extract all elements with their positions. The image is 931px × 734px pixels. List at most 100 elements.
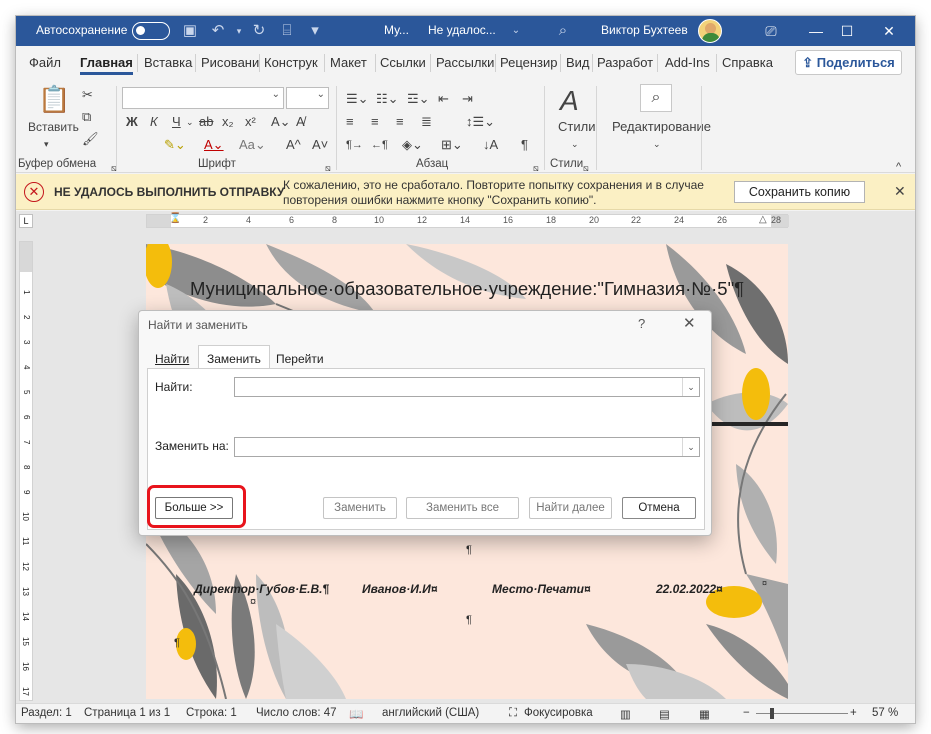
align-right-icon[interactable]: ≡	[396, 113, 404, 131]
numbering-icon[interactable]: ☷⌄	[376, 90, 399, 108]
maximize-icon[interactable]: ☐	[824, 16, 870, 46]
status-words[interactable]: Число слов: 47	[256, 707, 337, 719]
highlight-icon[interactable]: ✎⌄	[164, 136, 186, 154]
save-copy-button[interactable]: Сохранить копию	[734, 181, 865, 203]
paste-icon[interactable]: 📋	[38, 84, 70, 114]
text-effects-icon[interactable]: A⌄	[271, 113, 291, 131]
align-left-icon[interactable]: ≡	[346, 113, 354, 131]
status-line[interactable]: Строка: 1	[186, 707, 237, 719]
find-icon[interactable]: ⌕	[640, 84, 672, 112]
bold-button[interactable]: Ж	[126, 113, 138, 131]
tab-layout[interactable]: Макет	[330, 55, 367, 70]
redo-icon[interactable]: ↻	[249, 21, 269, 41]
status-focus[interactable]: Фокусировка	[524, 707, 593, 719]
show-marks-icon[interactable]: ¶	[521, 136, 528, 154]
subscript-icon[interactable]: x₂	[222, 113, 234, 131]
search-icon[interactable]: ⌕	[553, 21, 573, 41]
document-title[interactable]: Муниципальное·образовательное·учреждение…	[190, 278, 744, 300]
strikethrough-icon[interactable]: ab	[199, 113, 213, 131]
signature-place[interactable]: Место·Печати¤	[492, 582, 591, 596]
font-name-select[interactable]: ⌄	[122, 87, 284, 109]
close-icon[interactable]: ✕	[866, 16, 912, 46]
read-mode-icon[interactable]: ▥	[620, 707, 631, 721]
replace-button[interactable]: Заменить	[323, 497, 397, 519]
message-close-icon[interactable]: ✕	[894, 183, 906, 200]
zoom-out-icon[interactable]: −	[743, 707, 750, 719]
tab-review[interactable]: Рецензир	[500, 55, 558, 70]
align-center-icon[interactable]: ≡	[371, 113, 379, 131]
right-indent-icon[interactable]: △	[759, 214, 767, 225]
editing-label[interactable]: Редактирование	[612, 118, 711, 136]
signature-director[interactable]: Директор·Губов·Е.В.¶	[194, 582, 329, 596]
italic-button[interactable]: К	[150, 113, 158, 131]
autosave-toggle[interactable]	[132, 22, 170, 40]
tab-design[interactable]: Конструк	[264, 55, 318, 70]
close-icon[interactable]: ✕	[683, 314, 696, 332]
underline-button[interactable]: Ч	[172, 113, 181, 131]
avatar[interactable]	[698, 19, 722, 43]
more-icon[interactable]: ▾	[305, 21, 325, 41]
signature-name[interactable]: Иванов·И.И¤	[362, 582, 438, 596]
tab-view[interactable]: Вид	[566, 55, 590, 70]
editing-dropdown-icon[interactable]: ⌄	[653, 135, 661, 153]
share-button[interactable]: ⇪ Поделиться	[795, 50, 902, 75]
replace-input[interactable]: ⌄	[234, 437, 700, 457]
tab-home[interactable]: Главная	[80, 55, 133, 75]
find-input[interactable]: ⌄	[234, 377, 700, 397]
replace-all-button[interactable]: Заменить все	[406, 497, 519, 519]
multilevel-list-icon[interactable]: ☲⌄	[407, 90, 430, 108]
styles-dropdown-icon[interactable]: ⌄	[571, 135, 579, 153]
ltr-icon[interactable]: ¶→	[346, 136, 363, 154]
copy-icon[interactable]: ⧉	[82, 108, 91, 126]
web-layout-icon[interactable]: ▦	[699, 707, 710, 721]
tab-draw[interactable]: Рисовани	[201, 55, 259, 70]
increase-indent-icon[interactable]: ⇥	[462, 90, 473, 108]
zoom-slider-handle[interactable]	[770, 708, 774, 719]
tab-help[interactable]: Справка	[722, 55, 773, 70]
ribbon-display-icon[interactable]: ⎚	[748, 16, 794, 46]
styles-icon[interactable]: A	[560, 84, 579, 118]
indent-marker-icon[interactable]: ⌛	[169, 213, 181, 224]
sort-icon[interactable]: ↓A	[483, 136, 498, 154]
justify-icon[interactable]: ≣	[421, 113, 432, 131]
decrease-indent-icon[interactable]: ⇤	[438, 90, 449, 108]
tab-replace[interactable]: Заменить	[198, 345, 270, 369]
vertical-ruler[interactable]: 1 2 3 4 5 6 7 8 9 10 11 12 13 14 15 16 1…	[19, 241, 33, 701]
tab-addins[interactable]: Add-Ins	[665, 55, 710, 70]
tab-file[interactable]: Файл	[29, 55, 61, 70]
paste-dropdown-icon[interactable]: ▾	[44, 135, 49, 153]
superscript-icon[interactable]: x²	[245, 113, 256, 131]
replace-history-dropdown-icon[interactable]: ⌄	[682, 438, 699, 456]
paste-label[interactable]: Вставить	[28, 118, 79, 136]
save-icon[interactable]: ▣	[180, 21, 200, 41]
font-size-select[interactable]: ⌄	[286, 87, 329, 109]
shrink-font-icon[interactable]: A˅	[312, 136, 328, 154]
template-icon[interactable]: ⌸	[277, 21, 297, 41]
font-color-icon[interactable]: A⌄	[204, 136, 224, 154]
cut-icon[interactable]: ✂	[82, 86, 93, 104]
proofing-icon[interactable]: 📖	[349, 707, 363, 721]
find-next-button[interactable]: Найти далее	[529, 497, 612, 519]
focus-icon[interactable]: ⛶	[509, 707, 517, 720]
tab-goto[interactable]: Перейти	[270, 349, 330, 369]
underline-dropdown-icon[interactable]: ⌄	[186, 113, 194, 131]
tab-insert[interactable]: Вставка	[144, 55, 192, 70]
change-case-icon[interactable]: Aa⌄	[239, 136, 266, 154]
zoom-in-icon[interactable]: +	[850, 707, 857, 719]
status-chevron-icon[interactable]: ⌄	[506, 21, 526, 41]
signature-date[interactable]: 22.02.2022¤	[656, 582, 723, 596]
grow-font-icon[interactable]: A^	[286, 136, 301, 154]
clear-formatting-icon[interactable]: A̸	[296, 113, 305, 131]
bullets-icon[interactable]: ☰⌄	[346, 90, 369, 108]
user-name[interactable]: Виктор Бухтеев	[601, 23, 688, 37]
tab-references[interactable]: Ссылки	[380, 55, 426, 70]
horizontal-ruler[interactable]: ⌛ △ 2 4 6 8 10 12 14 16 18 20 22 24 26 2…	[146, 213, 789, 228]
cancel-button[interactable]: Отмена	[622, 497, 696, 519]
tab-find[interactable]: Найти	[149, 349, 195, 369]
styles-label[interactable]: Стили	[558, 118, 595, 136]
undo-dropdown-icon[interactable]: ▾	[229, 21, 249, 41]
tab-mailings[interactable]: Рассылки	[436, 55, 494, 70]
line-spacing-icon[interactable]: ↕☰⌄	[466, 113, 495, 131]
status-zoom[interactable]: 57 %	[872, 707, 898, 719]
shading-icon[interactable]: ◈⌄	[402, 136, 423, 154]
